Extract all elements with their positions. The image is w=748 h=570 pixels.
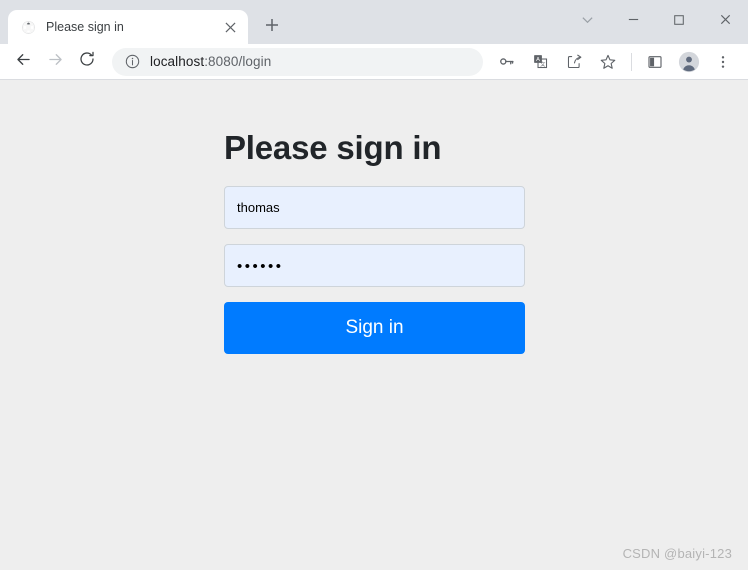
page-title: Please sign in xyxy=(224,129,442,166)
forward-button[interactable] xyxy=(40,47,70,77)
minimize-icon xyxy=(627,13,640,31)
bookmark-star-icon[interactable] xyxy=(594,48,622,76)
tab-title: Please sign in xyxy=(46,20,124,34)
close-icon xyxy=(719,13,732,31)
share-icon[interactable] xyxy=(560,48,588,76)
address-bar[interactable]: localhost:8080/login xyxy=(112,47,483,76)
reload-icon xyxy=(78,50,96,73)
translate-icon[interactable]: A 文 xyxy=(526,48,554,76)
password-input[interactable]: •••••• xyxy=(224,243,525,287)
username-value: thomas xyxy=(237,199,280,215)
arrow-right-icon xyxy=(46,50,65,74)
sign-in-form: Please sign in thomas •••••• Sign in xyxy=(224,128,525,354)
back-button[interactable] xyxy=(8,47,38,77)
username-input[interactable]: thomas xyxy=(224,185,525,229)
password-value: •••••• xyxy=(237,257,284,275)
window-close-button[interactable] xyxy=(702,0,748,44)
sign-in-button[interactable]: Sign in xyxy=(224,301,525,354)
watermark: CSDN @baiyi-123 xyxy=(622,546,732,561)
maximize-button[interactable] xyxy=(656,0,702,44)
maximize-icon xyxy=(673,13,685,31)
tab-strip: Please sign in xyxy=(0,0,748,44)
plus-icon xyxy=(265,18,279,37)
url-path: :8080/login xyxy=(204,54,272,69)
toolbar-separator xyxy=(631,52,632,71)
browser-tab[interactable]: Please sign in xyxy=(8,10,248,44)
toolbar-actions: A 文 xyxy=(489,48,740,76)
url-text: localhost:8080/login xyxy=(150,54,271,69)
password-manager-icon[interactable] xyxy=(492,48,520,76)
tab-close-icon[interactable] xyxy=(220,17,240,37)
new-tab-button[interactable] xyxy=(258,13,286,41)
reload-button[interactable] xyxy=(72,47,102,77)
chevron-down-icon xyxy=(581,13,594,31)
info-circle-icon[interactable] xyxy=(124,54,140,70)
minimize-button[interactable] xyxy=(610,0,656,44)
profile-avatar[interactable] xyxy=(675,48,703,76)
browser-toolbar: localhost:8080/login A 文 xyxy=(0,44,748,80)
chrome-menu-icon[interactable] xyxy=(709,48,737,76)
url-host: localhost xyxy=(150,54,205,69)
globe-icon xyxy=(20,19,36,35)
arrow-left-icon xyxy=(14,50,33,74)
window-controls xyxy=(564,0,748,44)
browser-window: Please sign in localhost:8080/login A 文 … xyxy=(0,0,748,570)
side-panel-icon[interactable] xyxy=(641,48,669,76)
tab-search-button[interactable] xyxy=(564,0,610,44)
page-viewport: Please sign in thomas •••••• Sign in CSD… xyxy=(0,80,748,570)
